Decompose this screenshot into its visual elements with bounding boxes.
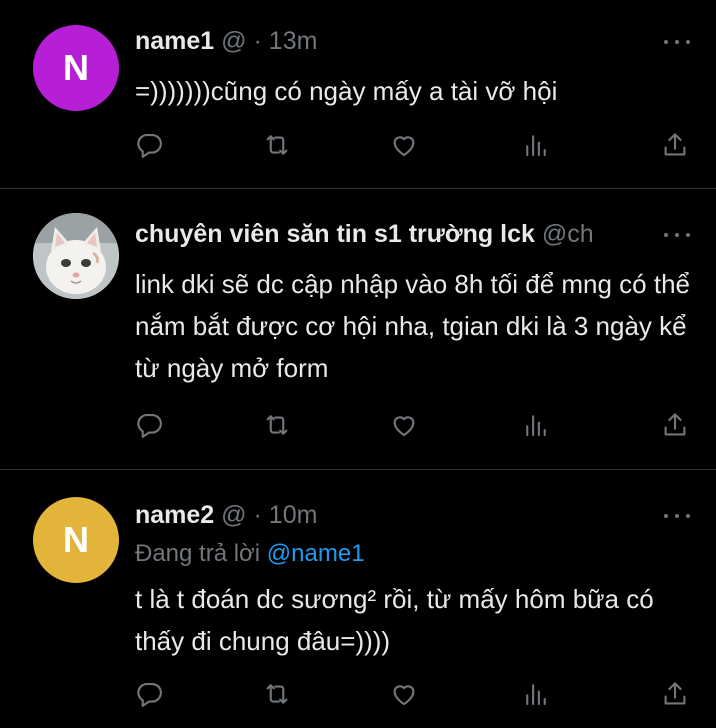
separator: ·	[253, 501, 262, 529]
reply-icon[interactable]	[134, 410, 164, 440]
avatar-letter: N	[63, 47, 89, 88]
tweet-header: name2 @ · 10m	[135, 501, 317, 530]
tweet-header: chuyên viên săn tin s1 trường lck @ch	[135, 220, 594, 249]
reply-icon[interactable]	[134, 130, 164, 160]
like-icon[interactable]	[389, 679, 419, 709]
retweet-icon[interactable]	[262, 679, 292, 709]
share-icon[interactable]	[660, 679, 690, 709]
handle[interactable]: @	[221, 501, 246, 529]
views-icon[interactable]	[521, 679, 551, 709]
share-icon[interactable]	[660, 130, 690, 160]
retweet-icon[interactable]	[262, 130, 292, 160]
timestamp[interactable]: 10m	[269, 501, 318, 529]
display-name[interactable]: name1	[135, 27, 214, 55]
avatar[interactable]: N	[33, 497, 119, 583]
tweet-text: link dki sẽ dc cập nhập vào 8h tối để mn…	[135, 269, 691, 383]
reply-icon[interactable]	[134, 679, 164, 709]
like-icon[interactable]	[389, 130, 419, 160]
tweet-header: name1 @ · 13m	[135, 27, 317, 56]
share-icon[interactable]	[660, 410, 690, 440]
avatar-letter: N	[63, 519, 89, 560]
more-icon[interactable]	[664, 38, 690, 46]
handle[interactable]: @	[221, 27, 246, 55]
avatar[interactable]	[33, 213, 119, 299]
avatar[interactable]: N	[33, 25, 119, 111]
action-bar	[134, 130, 694, 160]
retweet-icon[interactable]	[262, 410, 292, 440]
tweet-2[interactable]: chuyên viên săn tin s1 trường lck @ch li…	[0, 189, 716, 469]
views-icon[interactable]	[521, 410, 551, 440]
tweet-text: =)))))))cũng có ngày mấy a tài vỡ hội	[135, 76, 558, 106]
more-icon[interactable]	[664, 512, 690, 520]
action-bar	[134, 410, 694, 440]
more-icon[interactable]	[664, 231, 690, 239]
timestamp[interactable]: 13m	[269, 27, 318, 55]
tweet-text: t là t đoán dc sương² rồi, từ mấy hôm bữ…	[135, 584, 654, 656]
tweet-1[interactable]: N name1 @ · 13m =)))))))cũng có ngày mấy…	[0, 0, 716, 188]
separator: ·	[253, 27, 262, 55]
display-name[interactable]: name2	[135, 501, 214, 529]
views-icon[interactable]	[521, 130, 551, 160]
replying-to: Đang trả lời @name1	[135, 540, 365, 568]
like-icon[interactable]	[389, 410, 419, 440]
tweet-3[interactable]: N name2 @ · 10m Đang trả lời @name1 t là…	[0, 470, 716, 728]
handle[interactable]: @ch	[542, 220, 594, 248]
action-bar	[134, 679, 694, 709]
reply-handle-link[interactable]: @name1	[267, 540, 365, 567]
display-name[interactable]: chuyên viên săn tin s1 trường lck	[135, 220, 535, 248]
reply-prefix: Đang trả lời	[135, 540, 261, 567]
cat-avatar-image	[33, 213, 119, 299]
